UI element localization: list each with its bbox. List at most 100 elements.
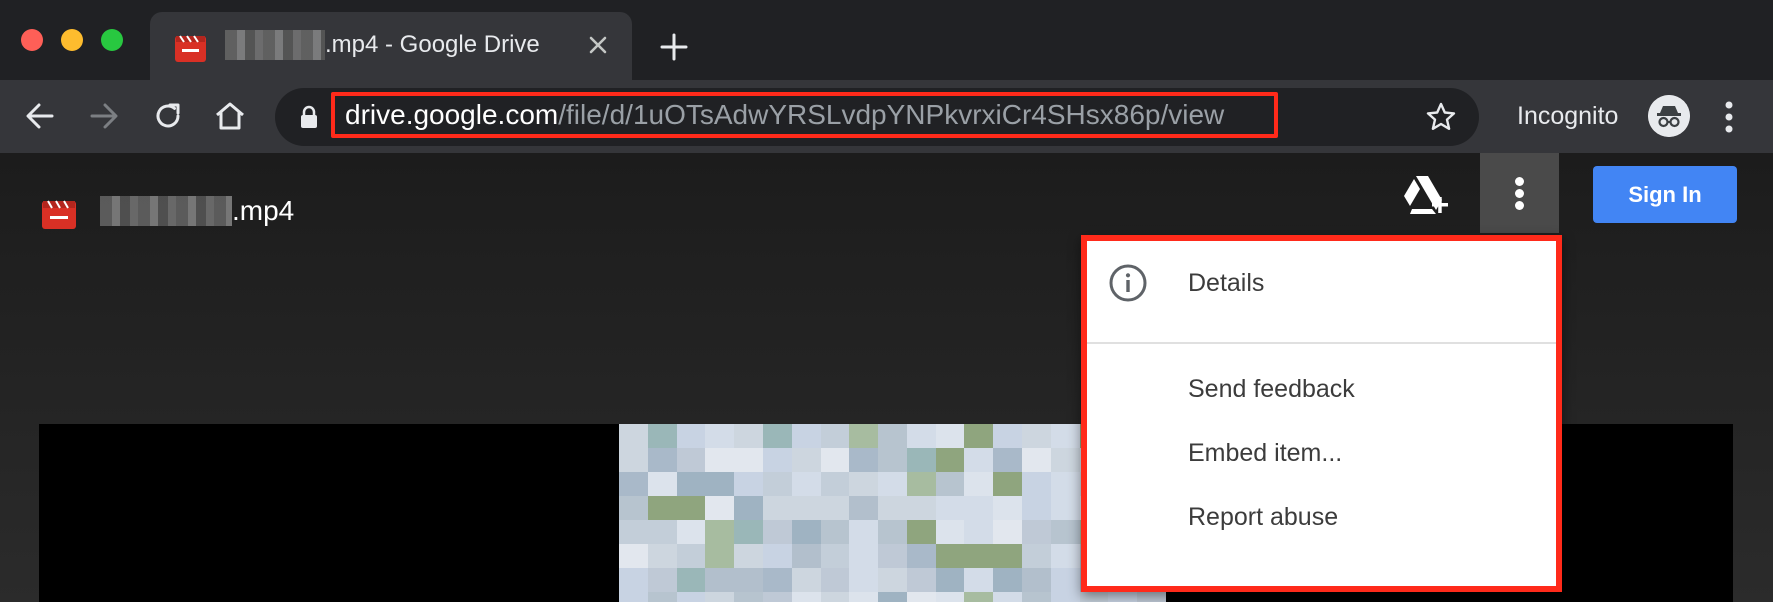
thumbnail-pixel (878, 568, 907, 592)
thumbnail-pixel (647, 448, 677, 472)
thumbnail-pixel (791, 472, 821, 496)
thumbnail-pixel (734, 592, 763, 602)
info-icon (1109, 264, 1147, 302)
thumbnail-pixel (734, 496, 763, 520)
thumbnail-pixel (734, 448, 763, 472)
thumbnail-pixel (820, 424, 850, 448)
thumbnail-pixel (1050, 544, 1080, 568)
thumbnail-pixel (734, 520, 763, 544)
active-tab[interactable]: .mp4 - Google Drive (150, 12, 632, 80)
add-to-drive-icon[interactable] (1402, 173, 1450, 217)
thumbnail-pixel (791, 568, 821, 592)
thumbnail-pixel (820, 568, 850, 592)
thumbnail-pixel (993, 520, 1023, 544)
thumbnail-pixel (935, 448, 965, 472)
tab-strip: .mp4 - Google Drive (0, 0, 1773, 80)
thumbnail-pixel (935, 424, 965, 448)
thumbnail-pixel (619, 448, 648, 472)
menu-item-label: Details (1188, 268, 1265, 297)
thumbnail-pixel (935, 592, 965, 602)
thumbnail-pixel (878, 448, 907, 472)
thumbnail-pixel (676, 448, 706, 472)
thumbnail-pixel (1137, 592, 1166, 602)
thumbnail-pixel (647, 472, 677, 496)
thumbnail-pixel (791, 448, 821, 472)
thumbnail-pixel (964, 472, 994, 496)
thumbnail-pixel (878, 520, 907, 544)
close-icon[interactable] (583, 30, 613, 60)
thumbnail-pixel (619, 592, 648, 602)
thumbnail-pixel (1022, 568, 1051, 592)
url-text[interactable]: drive.google.com/file/d/1uOTsAdwYRSLvdpY… (331, 92, 1278, 138)
thumbnail-pixel (791, 496, 821, 520)
menu-item-details[interactable]: Details (1087, 251, 1556, 315)
thumbnail-pixel (820, 472, 850, 496)
thumbnail-pixel (964, 544, 994, 568)
bookmark-star-icon[interactable] (1425, 101, 1457, 133)
thumbnail-pixel (993, 496, 1023, 520)
thumbnail-pixel (762, 568, 792, 592)
thumbnail-pixel (676, 544, 706, 568)
maximize-window-button[interactable] (101, 29, 123, 51)
thumbnail-pixel (647, 568, 677, 592)
minimize-window-button[interactable] (61, 29, 83, 51)
more-actions-button[interactable] (1480, 153, 1559, 233)
thumbnail-pixel (849, 592, 879, 602)
thumbnail-pixel (964, 424, 994, 448)
thumbnail-pixel (935, 472, 965, 496)
video-file-icon (175, 35, 206, 62)
forward-arrow-icon[interactable] (86, 98, 122, 134)
thumbnail-pixel (964, 568, 994, 592)
thumbnail-pixel (935, 568, 965, 592)
close-window-button[interactable] (21, 29, 43, 51)
incognito-label[interactable]: Incognito (1517, 102, 1618, 131)
menu-item-embed[interactable]: Embed item... (1087, 421, 1556, 485)
thumbnail-pixel (1022, 496, 1051, 520)
thumbnail-pixel (878, 544, 907, 568)
thumbnail-pixel (705, 496, 735, 520)
thumbnail-pixel (734, 544, 763, 568)
thumbnail-pixel (849, 472, 879, 496)
thumbnail-pixel (647, 520, 677, 544)
video-file-icon (42, 200, 76, 229)
thumbnail-pixel (906, 496, 936, 520)
thumbnail-pixel (878, 424, 907, 448)
thumbnail-pixel (676, 520, 706, 544)
lock-icon[interactable] (299, 105, 319, 129)
thumbnail-pixel (762, 520, 792, 544)
thumbnail-pixel (849, 544, 879, 568)
thumbnail-pixel (791, 592, 821, 602)
menu-item-report-abuse[interactable]: Report abuse (1087, 485, 1556, 549)
thumbnail-pixel (705, 568, 735, 592)
menu-item-label: Report abuse (1188, 502, 1339, 531)
chrome-menu-icon[interactable] (1722, 97, 1736, 137)
address-bar[interactable]: drive.google.com/file/d/1uOTsAdwYRSLvdpY… (275, 88, 1479, 146)
plus-icon[interactable] (657, 30, 691, 64)
more-vert-dot (1515, 201, 1524, 210)
reload-icon[interactable] (150, 98, 186, 134)
thumbnail-pixel (1050, 568, 1080, 592)
thumbnail-pixel (791, 520, 821, 544)
redacted-filename (225, 30, 325, 60)
thumbnail-pixel (762, 424, 792, 448)
thumbnail-pixel (647, 544, 677, 568)
thumbnail-pixel (906, 568, 936, 592)
thumbnail-pixel (1022, 472, 1051, 496)
thumbnail-pixel (676, 496, 706, 520)
thumbnail-pixel (734, 568, 763, 592)
incognito-icon[interactable] (1648, 95, 1690, 137)
menu-item-send-feedback[interactable]: Send feedback (1087, 357, 1556, 421)
thumbnail-pixel (993, 472, 1023, 496)
thumbnail-pixel (1050, 472, 1080, 496)
thumbnail-pixel (935, 520, 965, 544)
sign-in-button[interactable]: Sign In (1593, 166, 1737, 223)
thumbnail-pixel (993, 592, 1023, 602)
thumbnail-pixel (964, 520, 994, 544)
thumbnail-pixel (734, 472, 763, 496)
thumbnail-pixel (993, 568, 1023, 592)
home-icon[interactable] (212, 98, 248, 134)
back-arrow-icon[interactable] (22, 98, 58, 134)
thumbnail-pixel (820, 544, 850, 568)
thumbnail-pixel (705, 448, 735, 472)
thumbnail-pixel (878, 592, 907, 602)
